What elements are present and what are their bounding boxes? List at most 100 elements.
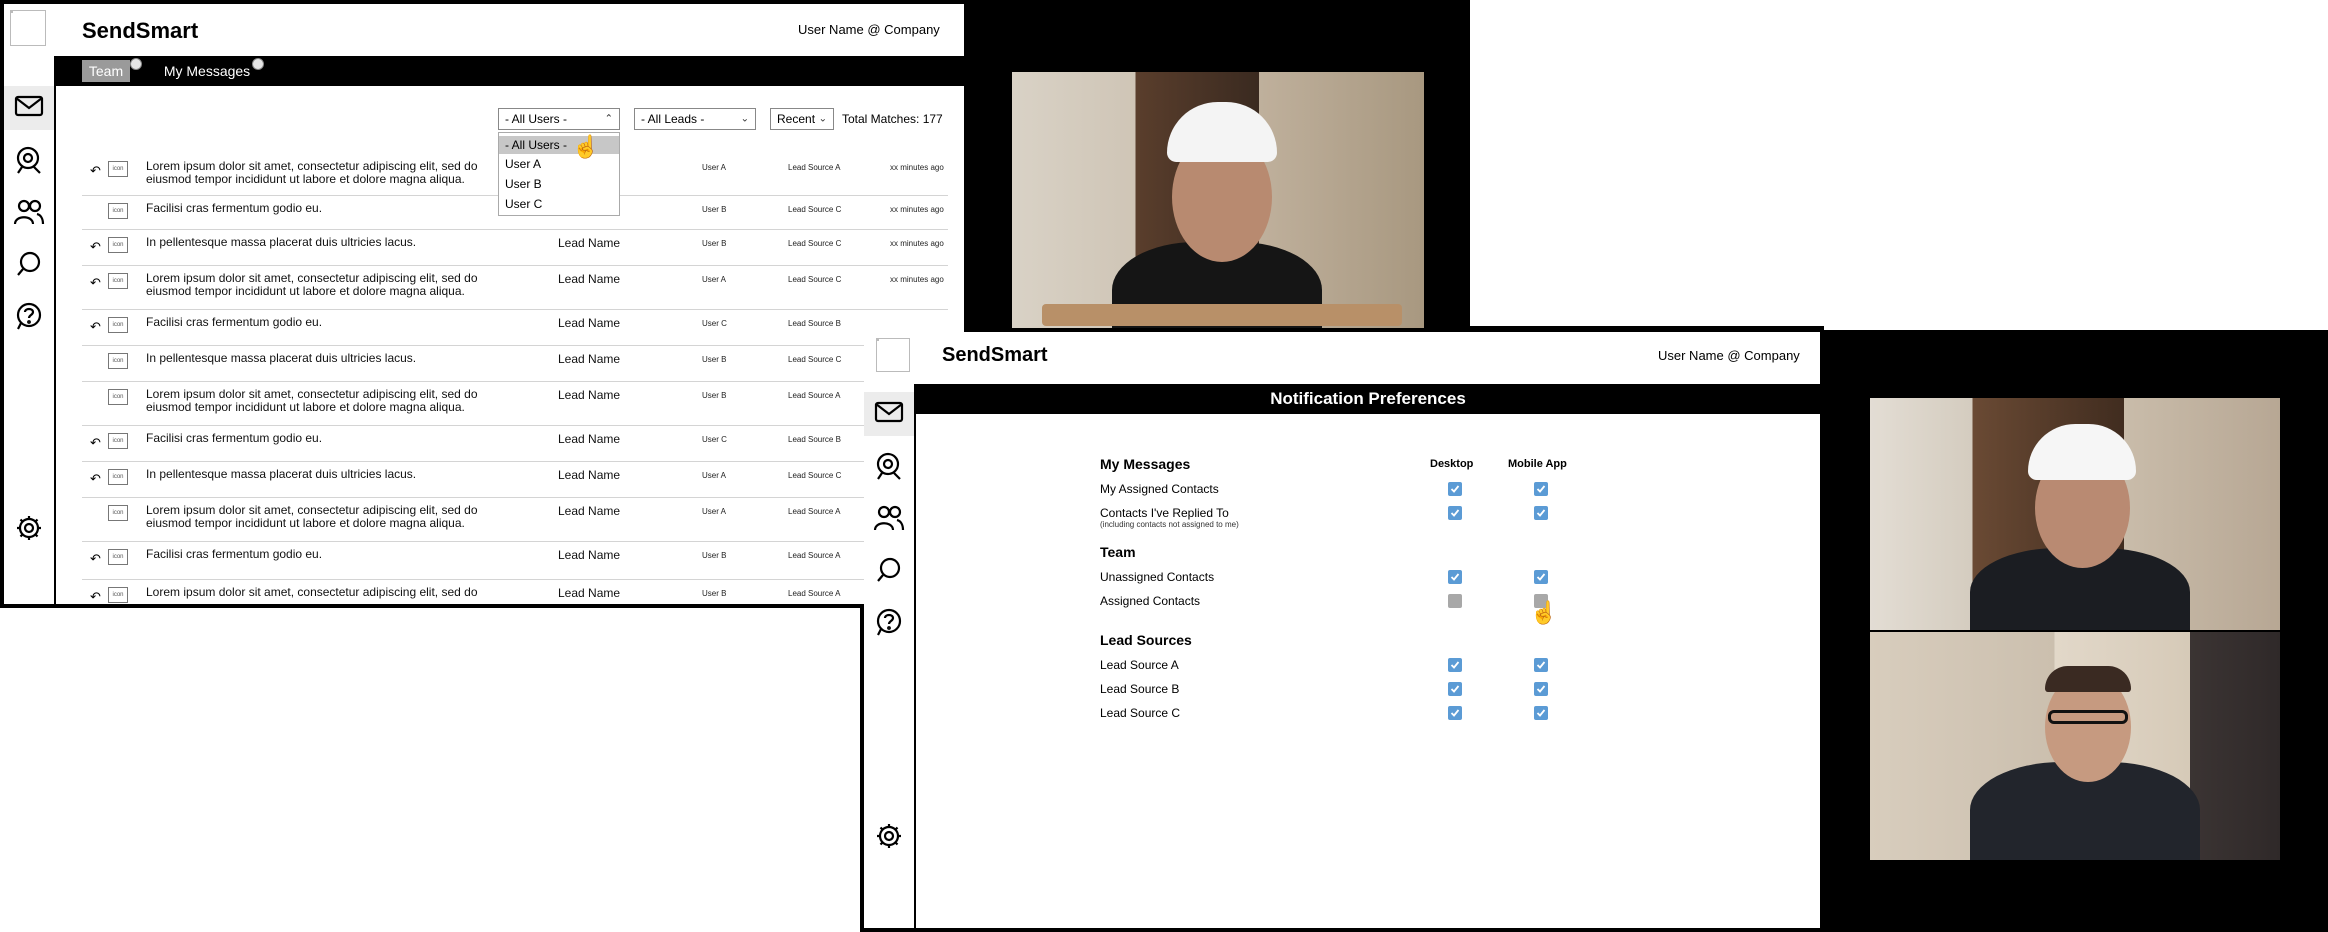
lead-name[interactable]: Lead Name	[558, 432, 620, 446]
desktop-checkbox[interactable]	[1448, 482, 1462, 496]
reply-arrow-icon: ↶	[90, 275, 101, 290]
assigned-user: User A	[702, 275, 727, 284]
message-row[interactable]: icon Lorem ipsum dolor sit amet, consecte…	[82, 382, 948, 426]
sidebar-item-leads[interactable]	[4, 140, 54, 184]
lead-name[interactable]: Lead Name	[558, 316, 620, 330]
hand-cursor-icon: ☝	[572, 134, 600, 159]
preference-label: Contacts I've Replied To	[1100, 506, 1229, 520]
sidebar-item-team[interactable]	[4, 192, 54, 236]
lead-source: Lead Source C	[788, 275, 842, 284]
leads-filter-select[interactable]: - All Leads - ⌄	[634, 108, 756, 130]
assigned-user: User A	[702, 507, 727, 516]
tab-label: My Messages	[163, 63, 251, 79]
tab-label: Team	[88, 63, 124, 79]
tab-team-notification-dot	[130, 58, 142, 70]
tab-team[interactable]: Team	[82, 60, 130, 82]
message-preview: Lorem ipsum dolor sit amet, consectetur …	[146, 503, 478, 530]
lead-name[interactable]: Lead Name	[558, 352, 620, 366]
message-row[interactable]: ↶ icon Facilisi cras fermentum godio eu. Le…	[82, 542, 948, 580]
preferences-window: SendSmart User Name @ Company Notificati…	[864, 332, 1820, 928]
dropdown-option-user-b[interactable]: User B	[499, 175, 619, 193]
timestamp: xx minutes ago	[890, 163, 944, 172]
reply-arrow-icon: ↶	[90, 551, 101, 566]
user-account[interactable]: User Name @ Company	[798, 22, 940, 37]
mobile-checkbox[interactable]	[1534, 682, 1548, 696]
dropdown-option-user-c[interactable]: User C	[499, 195, 619, 213]
desktop-checkbox[interactable]	[1448, 706, 1462, 720]
lead-name[interactable]: Lead Name	[558, 504, 620, 518]
preference-label: My Assigned Contacts	[1100, 482, 1219, 496]
mobile-checkbox[interactable]	[1534, 506, 1548, 520]
desktop-checkbox[interactable]	[1448, 594, 1462, 608]
lead-source: Lead Source A	[788, 391, 841, 400]
message-row[interactable]: ↶ icon In pellentesque massa placerat duis…	[82, 230, 948, 266]
chevron-down-icon: ⌄	[818, 113, 827, 125]
assigned-user: User C	[702, 435, 727, 444]
users-filter-select[interactable]: - All Users - ⌃	[498, 108, 620, 130]
mobile-checkbox[interactable]	[1534, 482, 1548, 496]
reply-arrow-icon: ↶	[90, 471, 101, 486]
total-matches: Total Matches: 177	[842, 112, 943, 126]
message-row[interactable]: ↶ icon Facilisi cras fermentum godio eu. Le…	[82, 426, 948, 462]
message-row[interactable]: ↶ icon In pellentesque massa placerat duis…	[82, 462, 948, 498]
sidebar-item-mail[interactable]	[4, 86, 54, 130]
message-row[interactable]: icon Lorem ipsum dolor sit amet, consecte…	[82, 498, 948, 542]
assigned-user: User B	[702, 551, 727, 560]
message-row[interactable]: ↶ icon Lorem ipsum dolor sit amet, consect…	[82, 580, 948, 605]
desktop-checkbox[interactable]	[1448, 682, 1462, 696]
dropdown-option-all-users[interactable]: - All Users -	[499, 136, 619, 154]
desktop-checkbox[interactable]	[1448, 506, 1462, 520]
lead-source: Lead Source A	[788, 507, 841, 516]
lead-name[interactable]: Lead Name	[558, 548, 620, 562]
sidebar-item-settings[interactable]	[864, 816, 914, 860]
lead-name[interactable]: Lead Name	[558, 272, 620, 286]
desktop-checkbox[interactable]	[1448, 570, 1462, 584]
preference-label: Lead Source A	[1100, 658, 1179, 672]
sort-select[interactable]: Recent ⌄	[770, 108, 834, 130]
message-type-icon: icon	[108, 389, 128, 405]
preference-label: Assigned Contacts	[1100, 594, 1201, 608]
preference-label: Unassigned Contacts	[1100, 570, 1215, 584]
dropdown-option-user-a[interactable]: User A	[499, 155, 619, 173]
message-row[interactable]: ↶ icon Lorem ipsum dolor sit amet, consect…	[82, 266, 948, 310]
sidebar-item-mail[interactable]	[864, 392, 914, 436]
option-label: - All Users -	[505, 138, 568, 152]
lead-name[interactable]: Lead Name	[558, 236, 620, 250]
message-type-icon: icon	[108, 273, 128, 289]
lead-name[interactable]: Lead Name	[558, 388, 620, 402]
message-row[interactable]: ↶ icon Facilisi cras fermentum godio eu. Le…	[82, 310, 948, 346]
section-title: Lead Sources	[1100, 632, 1192, 648]
location-pin-icon	[14, 145, 44, 180]
sidebar-item-help[interactable]	[4, 296, 54, 340]
sidebar-item-team[interactable]	[864, 498, 914, 542]
lead-name[interactable]: Lead Name	[558, 468, 620, 482]
lead-source: Lead Source C	[788, 471, 842, 480]
user-account[interactable]: User Name @ Company	[1658, 348, 1800, 363]
reply-arrow-icon: ↶	[90, 589, 101, 604]
assigned-user: User B	[702, 239, 727, 248]
mobile-checkbox[interactable]	[1534, 658, 1548, 672]
sidebar-item-settings[interactable]	[4, 508, 54, 552]
tab-bar: Team My Messages	[56, 56, 964, 86]
option-label: User B	[505, 177, 542, 191]
search-icon	[15, 250, 43, 283]
grid-logo-icon	[876, 338, 910, 372]
tab-my-messages[interactable]: My Messages	[160, 60, 254, 82]
brand-title: SendSmart	[82, 18, 199, 43]
mobile-checkbox[interactable]	[1534, 570, 1548, 584]
reply-arrow-icon: ↶	[90, 319, 101, 334]
location-pin-icon	[874, 451, 904, 486]
message-preview: Lorem ipsum dolor sit amet, consectetur …	[146, 159, 478, 186]
sidebar-item-search[interactable]	[4, 244, 54, 288]
mobile-checkbox[interactable]	[1534, 706, 1548, 720]
assigned-user: User A	[702, 163, 727, 172]
reply-arrow-icon: ↶	[90, 239, 101, 254]
preference-sublabel: (including contacts not assigned to me)	[1100, 520, 1239, 529]
lead-name[interactable]: Lead Name	[558, 586, 620, 600]
sidebar-item-search[interactable]	[864, 550, 914, 594]
sidebar-item-leads[interactable]	[864, 446, 914, 490]
sidebar-item-help[interactable]	[864, 602, 914, 646]
desktop-checkbox[interactable]	[1448, 658, 1462, 672]
hand-cursor-icon: ☝	[1530, 600, 1558, 625]
message-row[interactable]: icon In pellentesque massa placerat duis …	[82, 346, 948, 382]
